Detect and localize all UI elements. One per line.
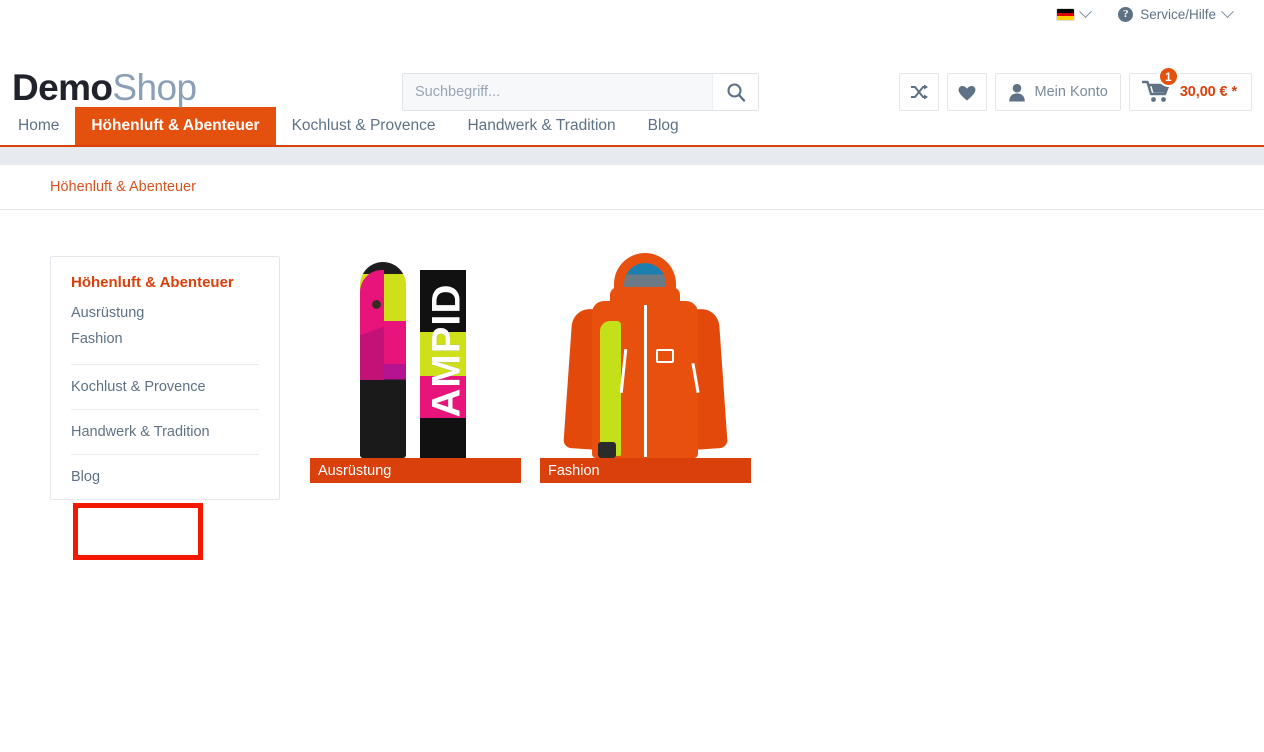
- breadcrumb: Höhenluft & Abenteuer: [0, 165, 1264, 210]
- german-flag-icon: [1057, 9, 1075, 20]
- nav-item-home[interactable]: Home: [2, 107, 75, 145]
- logo-text-secondary: Shop: [112, 67, 197, 108]
- nav-divider-strip: [0, 147, 1264, 165]
- site-logo[interactable]: DemoShop: [12, 67, 197, 108]
- search-bar: [402, 73, 759, 111]
- heart-icon: [959, 85, 976, 100]
- nav-item-hoehenluft-abenteuer[interactable]: Höhenluft & Abenteuer: [75, 107, 276, 145]
- skis-product-image: AMPID: [310, 222, 521, 458]
- category-sidebar: Höhenluft & Abenteuer Ausrüstung Fashion…: [50, 256, 280, 500]
- search-button[interactable]: [712, 74, 758, 110]
- cart-total-price: 30,00 € *: [1179, 84, 1237, 100]
- compare-shuffle-icon: [911, 84, 929, 100]
- tile-label-ausruestung: Ausrüstung: [310, 458, 521, 483]
- wishlist-button[interactable]: [947, 73, 988, 111]
- language-selector[interactable]: [1043, 0, 1104, 29]
- sidebar-item-ausruestung[interactable]: Ausrüstung: [71, 300, 259, 326]
- ski-right: AMPID: [420, 258, 469, 458]
- question-mark-icon: ?: [1118, 7, 1134, 22]
- search-icon: [726, 83, 745, 102]
- sidebar-item-handwerk-tradition[interactable]: Handwerk & Tradition: [71, 410, 259, 454]
- user-icon: [1009, 83, 1026, 101]
- sidebar-subcategory-list: Ausrüstung Fashion: [51, 300, 279, 364]
- cart-item-count-badge: 1: [1157, 66, 1179, 87]
- service-help-label: Service/Hilfe: [1140, 7, 1216, 22]
- top-utility-bar: ? Service/Hilfe: [0, 0, 1264, 29]
- account-button[interactable]: Mein Konto: [995, 73, 1121, 111]
- cart-button[interactable]: 30,00 € * 1: [1128, 66, 1252, 111]
- sidebar-item-blog-wrap: Blog: [71, 454, 259, 499]
- category-tile-grid: AMPID Ausrüstung Fashion: [310, 222, 751, 483]
- ski-left: [360, 262, 406, 458]
- sidebar-item-kochlust-provence-wrap: Kochlust & Provence: [71, 364, 259, 409]
- account-label: Mein Konto: [1034, 84, 1108, 100]
- red-highlight-annotation: [73, 503, 203, 560]
- sidebar-item-kochlust-provence[interactable]: Kochlust & Provence: [71, 365, 259, 409]
- sidebar-item-fashion[interactable]: Fashion: [71, 326, 259, 352]
- sidebar-title: Höhenluft & Abenteuer: [71, 274, 234, 291]
- tile-label-fashion: Fashion: [540, 458, 751, 483]
- nav-item-handwerk-tradition[interactable]: Handwerk & Tradition: [451, 107, 631, 145]
- jacket-illustration: [563, 253, 728, 458]
- category-tile-ausruestung[interactable]: AMPID Ausrüstung: [310, 222, 521, 483]
- header-actions: Mein Konto 30,00 € * 1: [899, 66, 1252, 111]
- sidebar-item-handwerk-tradition-wrap: Handwerk & Tradition: [71, 409, 259, 454]
- sidebar-item-blog[interactable]: Blog: [71, 455, 259, 499]
- search-input[interactable]: [403, 74, 712, 110]
- site-header: DemoShop Suchbegriff... Mein Konto 30,00…: [0, 29, 1264, 111]
- page-content: Höhenluft & Abenteuer Ausrüstung Fashion…: [0, 210, 1264, 752]
- chevron-down-icon: [1079, 5, 1093, 19]
- category-tile-fashion[interactable]: Fashion: [540, 222, 751, 483]
- breadcrumb-item-category[interactable]: Höhenluft & Abenteuer: [50, 179, 196, 195]
- ski-brand-text: AMPID: [424, 283, 469, 418]
- logo-text-primary: Demo: [12, 67, 113, 108]
- nav-item-blog[interactable]: Blog: [632, 107, 695, 145]
- nav-item-kochlust-provence[interactable]: Kochlust & Provence: [276, 107, 452, 145]
- service-help-menu[interactable]: ? Service/Hilfe: [1104, 0, 1246, 29]
- compare-button[interactable]: [899, 73, 940, 111]
- main-navigation: Home Höhenluft & Abenteuer Kochlust & Pr…: [0, 107, 1264, 147]
- chevron-down-icon: [1221, 5, 1234, 19]
- orange-ski-jacket-image: [540, 222, 751, 458]
